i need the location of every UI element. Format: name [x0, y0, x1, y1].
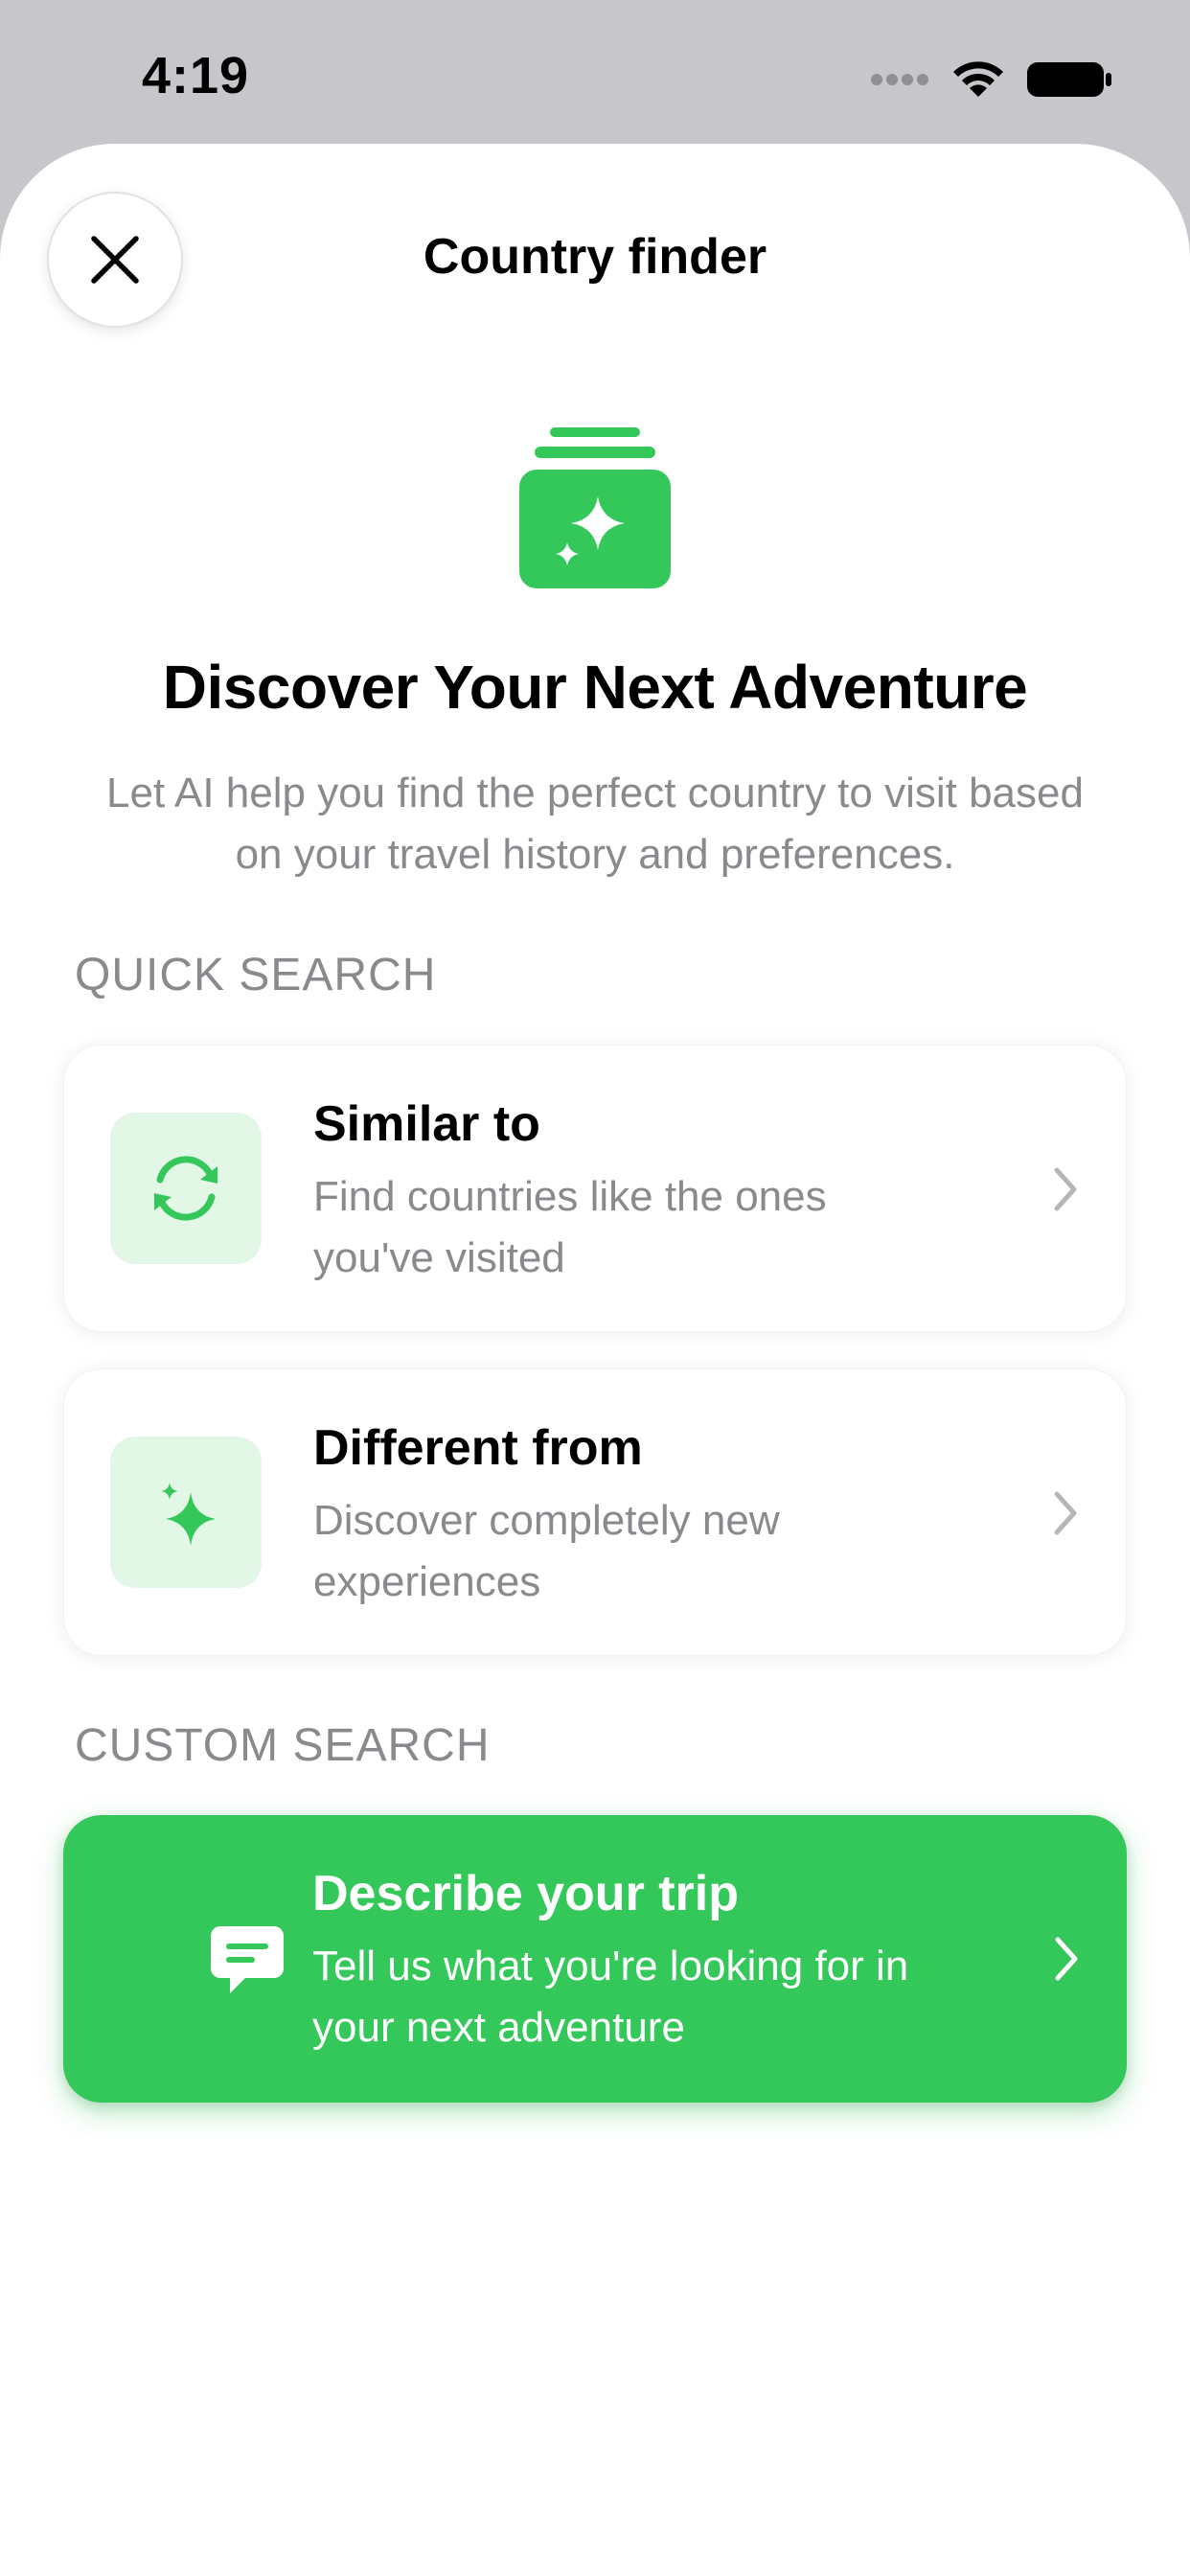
- custom-search-label: CUSTOM SEARCH: [75, 1720, 491, 1771]
- describe-trip-card[interactable]: Describe your trip Tell us what you're l…: [63, 1815, 1127, 2103]
- ai-cards-sparkle-icon: [519, 427, 671, 588]
- similar-to-card[interactable]: Similar to Find countries like the ones …: [63, 1045, 1127, 1332]
- quick-search-label: QUICK SEARCH: [75, 950, 437, 1000]
- sheet-title: Country finder: [423, 229, 767, 285]
- refresh-icon: [154, 1156, 217, 1221]
- describe-trip-description: Tell us what you're looking for in your …: [312, 1943, 909, 2051]
- describe-trip-title: Describe your trip: [312, 1866, 740, 1921]
- status-time: 4:19: [142, 47, 250, 104]
- cellular-signal-icon: [871, 74, 928, 85]
- different-from-title: Different from: [313, 1420, 643, 1476]
- different-from-description: Discover completely new experiences: [313, 1497, 780, 1605]
- sparkles-icon: [161, 1483, 216, 1546]
- chevron-right-icon: [1054, 1167, 1077, 1211]
- hero-subtitle: Let AI help you find the perfect country…: [106, 770, 1084, 878]
- chevron-right-icon: [1054, 1491, 1077, 1535]
- status-icons: [870, 56, 1113, 104]
- different-from-icon-box: [110, 1437, 262, 1588]
- battery-icon: [1027, 62, 1111, 97]
- chat-bubble-icon: [211, 1926, 284, 1993]
- different-from-card[interactable]: Different from Discover completely new e…: [63, 1368, 1127, 1656]
- wifi-icon: [953, 61, 1003, 97]
- chevron-right-icon: [1055, 1937, 1078, 1981]
- country-finder-sheet: Country finder Discover Your Next Advent…: [0, 144, 1190, 2576]
- similar-to-description: Find countries like the ones you've visi…: [313, 1173, 827, 1281]
- status-bar: 4:19: [0, 0, 1190, 144]
- similar-to-title: Similar to: [313, 1096, 540, 1152]
- similar-to-icon-box: [110, 1113, 262, 1264]
- hero-title: Discover Your Next Adventure: [162, 653, 1028, 722]
